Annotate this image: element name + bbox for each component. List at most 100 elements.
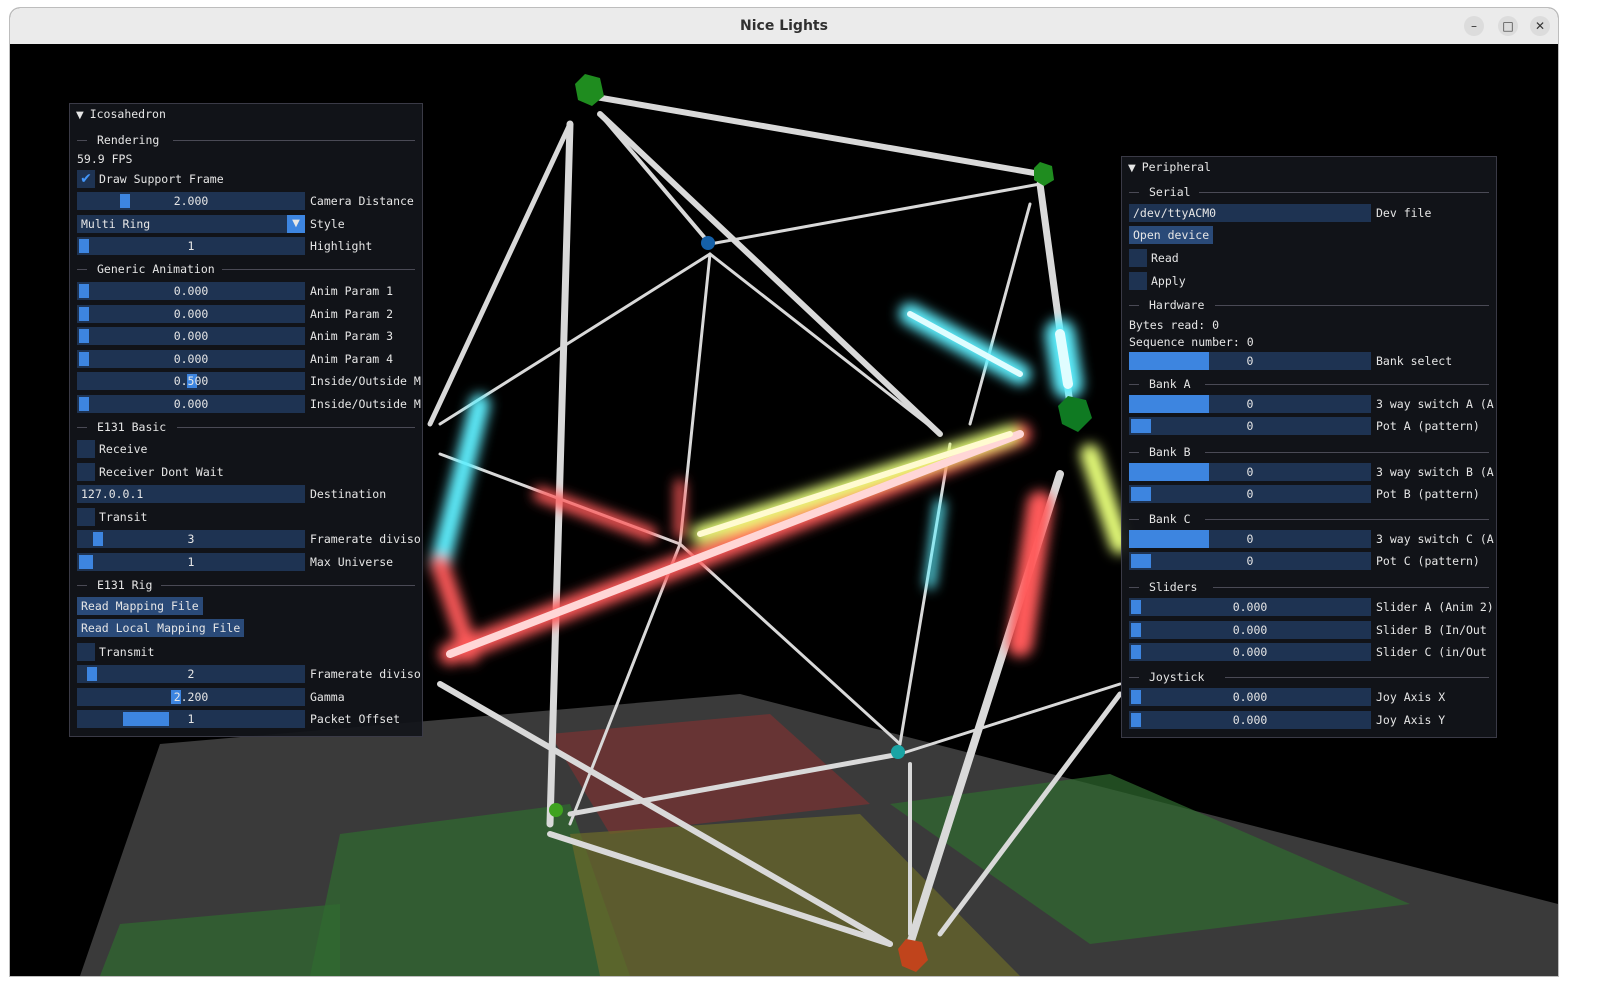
section-bank-c: Bank C: [1129, 511, 1489, 527]
slider-value: 0.000: [173, 329, 209, 343]
vertex-node: [575, 74, 604, 106]
anim-param-2-slider[interactable]: 0.000: [77, 304, 305, 323]
bank-select-bar[interactable]: 0: [1129, 352, 1371, 370]
receiver-dont-wait-checkbox[interactable]: [77, 463, 95, 481]
window-title: Nice Lights: [740, 18, 828, 34]
gamma-slider[interactable]: 2.200: [77, 688, 305, 706]
read-mapping-file-button[interactable]: Read Mapping File: [77, 597, 203, 615]
max-universe-row: 1 Max Universe: [77, 552, 415, 572]
close-icon[interactable]: ✕: [1530, 16, 1550, 36]
slider-value: 3: [187, 532, 195, 546]
bar-value: 0: [1246, 464, 1254, 479]
icosahedron-panel-header[interactable]: ▼ Icosahedron: [70, 104, 422, 124]
checkbox-label: Read: [1151, 251, 1179, 265]
transmit-row: Transmit: [77, 642, 415, 662]
slider-label: Packet Offset: [310, 712, 401, 726]
anim-param-4-slider[interactable]: 0.000: [77, 349, 305, 368]
bar-label: 3 way switch C (A: [1376, 532, 1494, 546]
input-value: /dev/ttyACM0: [1133, 206, 1217, 220]
bank-c-pot-slider[interactable]: 0: [1129, 552, 1371, 570]
anim-param-1-row: 0.000 Anim Param 1: [77, 281, 415, 301]
slider-label: Slider B (In/Out: [1376, 622, 1487, 637]
read-local-mapping-file-button[interactable]: Read Local Mapping File: [77, 619, 245, 637]
peripheral-panel-header[interactable]: ▼ Peripheral: [1122, 157, 1496, 177]
title-bar: Nice Lights – □ ✕: [10, 8, 1558, 45]
max-universe-slider[interactable]: 1: [77, 553, 305, 571]
section-header: Bank A: [1149, 377, 1191, 391]
bank-b-pot-slider[interactable]: 0: [1129, 484, 1371, 503]
slider-c-slider[interactable]: 0.000: [1129, 643, 1371, 661]
slider-label: Gamma: [310, 690, 345, 704]
packet-offset-slider[interactable]: 1: [77, 710, 305, 728]
section-header: Serial: [1149, 185, 1191, 199]
slider-value: 0.000: [1232, 600, 1268, 614]
receiver-dont-wait-row: Receiver Dont Wait: [77, 462, 415, 482]
chevron-down-icon[interactable]: ▼: [287, 215, 305, 233]
section-joystick: Joystick: [1129, 669, 1489, 685]
bank-b-switch-bar[interactable]: 0: [1129, 462, 1371, 481]
dev-file-input[interactable]: /dev/ttyACM0: [1129, 204, 1371, 222]
slider-value: 0: [1246, 419, 1254, 433]
receive-checkbox[interactable]: [77, 440, 95, 458]
style-combo[interactable]: Multi Ring ▼: [77, 215, 305, 233]
maximize-icon[interactable]: □: [1498, 16, 1518, 36]
slider-b-slider[interactable]: 0.000: [1129, 620, 1371, 639]
anim-param-5-row: 0.500 Inside/Outside M: [77, 371, 421, 391]
slider-value: 1: [187, 239, 195, 253]
section-generic-animation: Generic Animation: [77, 261, 415, 277]
destination-input[interactable]: 127.0.0.1: [77, 485, 305, 503]
joy-axis-x-row: 0.000 Joy Axis X: [1129, 687, 1489, 707]
draw-support-frame-checkbox[interactable]: ✔: [77, 170, 95, 188]
joy-axis-x-slider[interactable]: 0.000: [1129, 688, 1371, 706]
slider-a-slider[interactable]: 0.000: [1129, 598, 1371, 616]
anim-param-3-slider[interactable]: 0.000: [77, 327, 305, 345]
rig-framerate-divisor-slider[interactable]: 2: [77, 665, 305, 683]
dev-file-row: /dev/ttyACM0 Dev file: [1129, 203, 1489, 223]
collapse-triangle-icon[interactable]: ▼: [76, 110, 84, 121]
anim-param-6-slider[interactable]: 0.000: [77, 394, 305, 413]
joy-axis-y-slider[interactable]: 0.000: [1129, 710, 1371, 729]
bar-label: Bank select: [1376, 354, 1453, 368]
bank-a-switch-row: 0 3 way switch A (A: [1129, 394, 1494, 414]
section-e131-basic: E131 Basic: [77, 419, 415, 435]
open-device-button[interactable]: Open device: [1129, 226, 1214, 244]
section-header: Sliders: [1149, 580, 1198, 594]
section-header: Bank B: [1149, 444, 1191, 459]
checkbox-label: Receiver Dont Wait: [99, 465, 224, 479]
bank-a-pot-slider[interactable]: 0: [1129, 417, 1371, 435]
bank-c-switch-bar[interactable]: 0: [1129, 530, 1371, 548]
anim-param-1-slider[interactable]: 0.000: [77, 282, 305, 300]
section-rendering: Rendering: [77, 132, 415, 148]
slider-value: 2: [187, 667, 195, 681]
sequence-number-readout: Sequence number: 0: [1129, 335, 1254, 349]
bank-select-row: 0 Bank select: [1129, 351, 1489, 371]
anim-param-2-row: 0.000 Anim Param 2: [77, 304, 415, 324]
collapse-triangle-icon[interactable]: ▼: [1128, 163, 1136, 174]
section-header: E131 Rig: [97, 578, 153, 592]
minimize-icon[interactable]: –: [1464, 16, 1484, 36]
led-glow: [430, 303, 1130, 665]
highlight-slider[interactable]: 1: [77, 237, 305, 255]
checkmark-icon: ✔: [80, 171, 92, 187]
panel-title: Peripheral: [1141, 160, 1211, 174]
3d-viewport[interactable]: ▼ Icosahedron Rendering 59.9 FPS ✔ Draw S…: [10, 44, 1558, 976]
slider-value: 0.000: [1232, 645, 1268, 659]
vertex-node: [1058, 396, 1092, 432]
slider-label: Framerate diviso: [310, 667, 421, 681]
camera-distance-slider[interactable]: 2.000: [77, 192, 305, 210]
anim-param-5-slider[interactable]: 0.500: [77, 372, 305, 390]
draw-support-frame-row: ✔ Draw Support Frame: [77, 169, 415, 189]
section-header: Bank C: [1149, 512, 1191, 526]
transit-checkbox[interactable]: [77, 508, 95, 526]
read-checkbox[interactable]: [1129, 249, 1147, 267]
slider-value: 0.000: [1232, 690, 1268, 704]
fps-readout: 59.9 FPS: [77, 152, 133, 166]
transmit-checkbox[interactable]: [77, 643, 95, 661]
slider-value: 2.000: [173, 194, 209, 208]
framerate-divisor-slider[interactable]: 3: [77, 530, 305, 548]
slider-label: Joy Axis X: [1376, 690, 1446, 704]
checkbox-label: Receive: [99, 442, 148, 456]
apply-checkbox[interactable]: [1129, 272, 1147, 290]
transit-row: Transit: [77, 507, 415, 527]
bank-a-switch-bar[interactable]: 0: [1129, 395, 1371, 413]
